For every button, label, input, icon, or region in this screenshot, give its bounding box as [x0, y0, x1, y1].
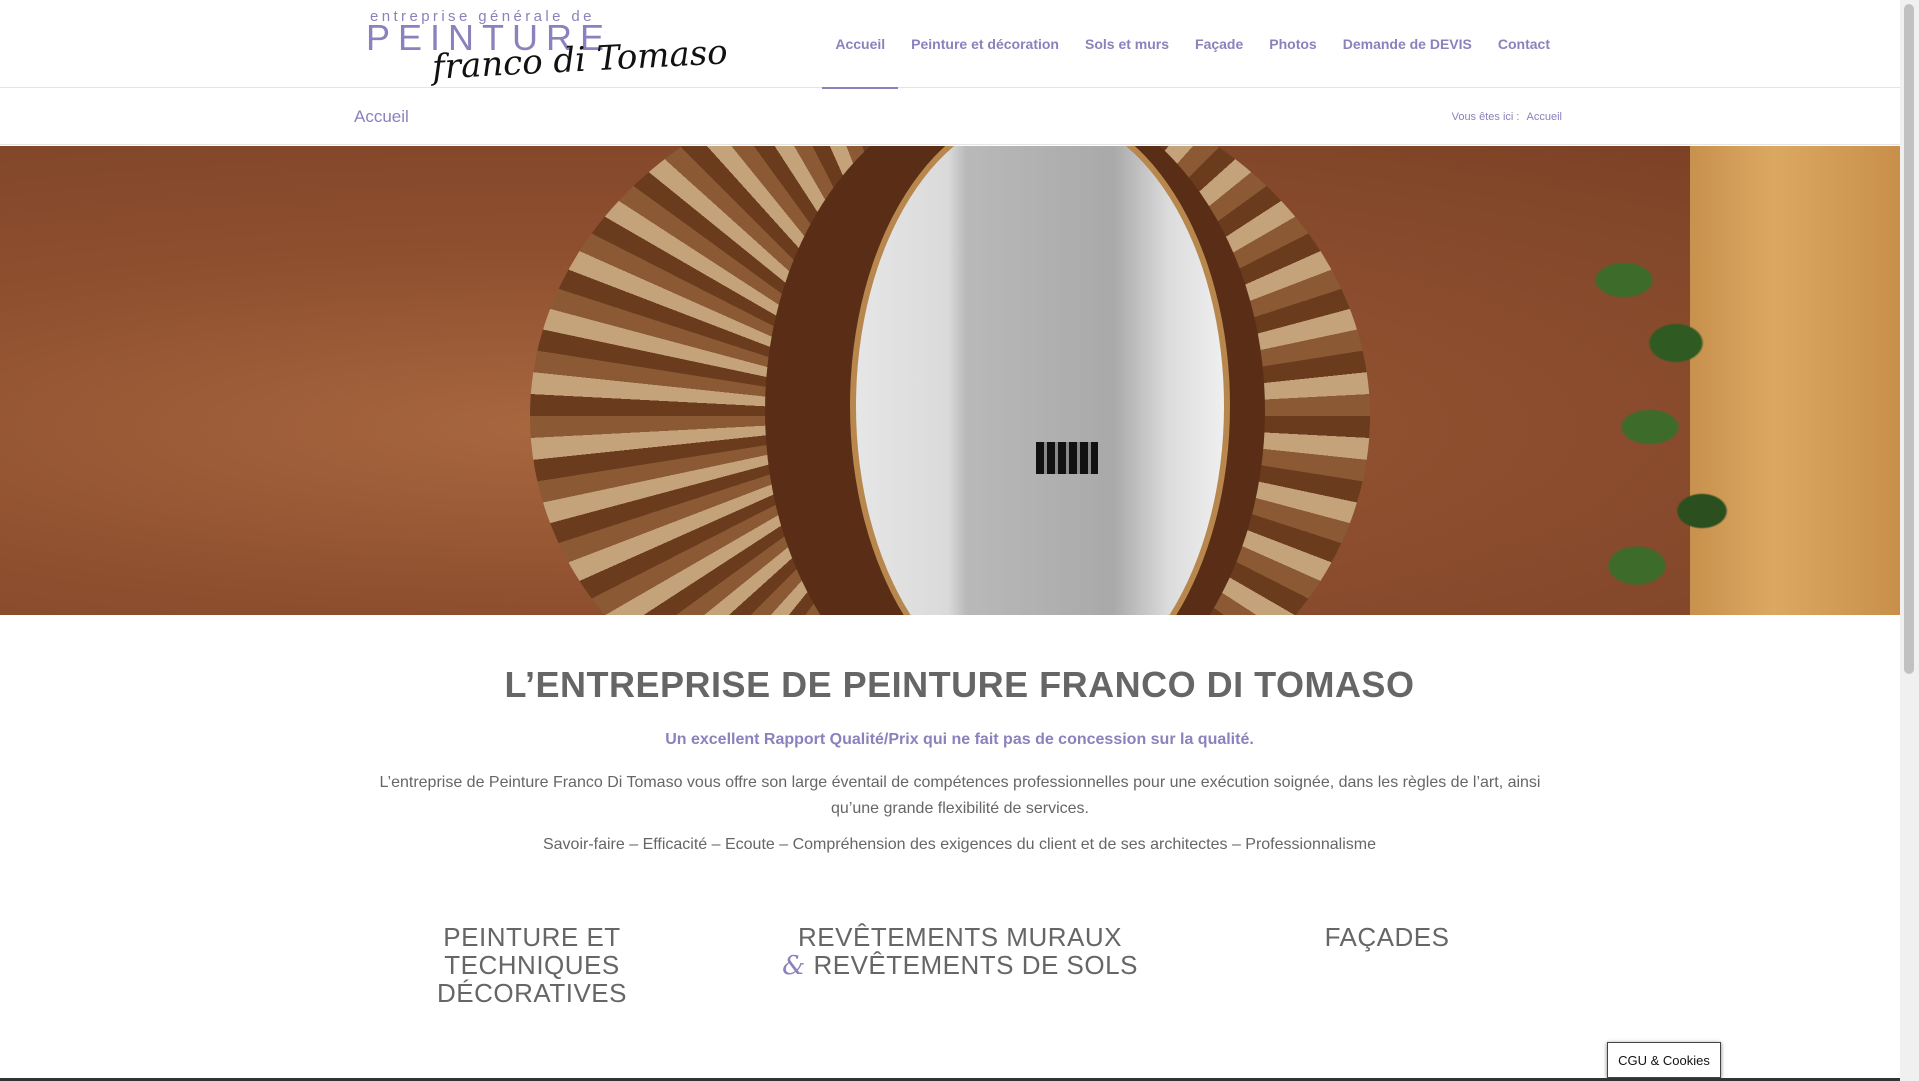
- site-logo[interactable]: entreprise générale de PEINTURE franco d…: [352, 6, 729, 88]
- page-scrollbar[interactable]: [1900, 0, 1919, 1081]
- site-header: entreprise générale de PEINTURE franco d…: [0, 0, 1900, 89]
- values-line: Savoir-faire – Efficacité – Ecoute – Com…: [542, 836, 1377, 853]
- nav-item-peinture-decoration[interactable]: Peinture et décoration: [898, 0, 1072, 88]
- page-title[interactable]: Accueil: [354, 107, 409, 127]
- main-nav: Accueil Peinture et décoration Sols et m…: [822, 0, 1563, 89]
- nav-item-sols-murs[interactable]: Sols et murs: [1072, 0, 1182, 88]
- plant-leaves: [1520, 196, 1780, 615]
- hero-image-mirror: [0, 146, 1900, 615]
- ampersand: &: [782, 951, 806, 981]
- breadcrumb: Vous êtes ici : Accueil: [1452, 111, 1562, 123]
- service-heading-revetements-line2: & REVÊTEMENTS DE SOLS: [775, 951, 1145, 980]
- mirror-glass: [850, 146, 1230, 615]
- service-heading-revetements-sols: REVÊTEMENTS DE SOLS: [813, 950, 1138, 980]
- service-heading-peinture: PEINTURE ET TECHNIQUES DÉCORATIVES: [437, 922, 627, 1008]
- service-heading-facades: FAÇADES: [1324, 922, 1450, 952]
- scrollbar-thumb[interactable]: [1904, 4, 1914, 674]
- nav-item-accueil[interactable]: Accueil: [822, 0, 898, 89]
- nav-item-facade[interactable]: Façade: [1182, 0, 1256, 88]
- nav-item-contact[interactable]: Contact: [1485, 0, 1563, 88]
- title-bar: Accueil Vous êtes ici : Accueil: [0, 89, 1900, 145]
- service-heading-revetements: REVÊTEMENTS MURAUX & REVÊTEMENTS DE SOLS: [775, 923, 1145, 980]
- cgu-cookies-button[interactable]: CGU & Cookies: [1607, 1042, 1721, 1078]
- nav-item-devis[interactable]: Demande de DEVIS: [1330, 0, 1485, 88]
- nav-item-photos[interactable]: Photos: [1256, 0, 1329, 88]
- tagline: Un excellent Rapport Qualité/Prix qui ne…: [665, 731, 1254, 748]
- breadcrumb-link-accueil[interactable]: Accueil: [1527, 111, 1562, 123]
- breadcrumb-prefix: Vous êtes ici :: [1451, 111, 1520, 123]
- intro-paragraph: L’entreprise de Peinture Franco Di Tomas…: [379, 774, 1541, 817]
- mirror-reflection-window: [1036, 442, 1098, 474]
- service-heading-revetements-line1: REVÊTEMENTS MURAUX: [798, 922, 1122, 952]
- main-heading: L’ENTREPRISE DE PEINTURE FRANCO DI TOMAS…: [504, 664, 1415, 705]
